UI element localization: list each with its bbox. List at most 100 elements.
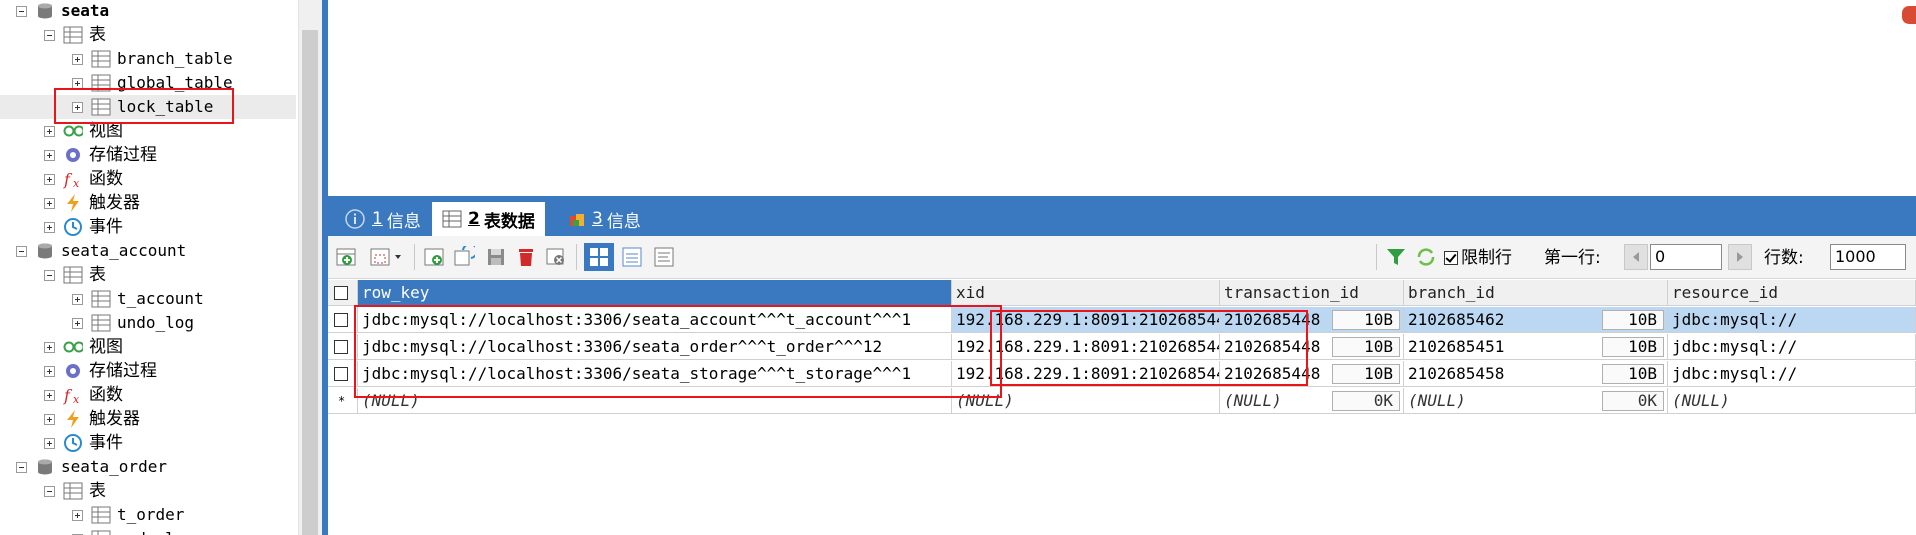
filter-icon[interactable] (1384, 245, 1408, 269)
blob-size-badge[interactable]: 10B (1602, 364, 1664, 384)
delete-icon[interactable] (514, 245, 538, 269)
blob-size-badge[interactable]: 10B (1602, 310, 1664, 330)
refresh-row-icon[interactable] (452, 245, 476, 269)
collapse-icon[interactable] (16, 5, 27, 17)
expand-icon[interactable] (72, 53, 83, 65)
tree-node-table[interactable]: undo_log (0, 311, 296, 335)
add-row-icon[interactable] (422, 245, 446, 269)
tree-node-database[interactable]: seata (0, 0, 296, 23)
cell-row-key[interactable]: jdbc:mysql://localhost:3306/seata_storag… (358, 361, 952, 387)
tree-node-database[interactable]: seata_account (0, 239, 296, 263)
column-header-row-key[interactable]: row_key (358, 280, 952, 306)
cell-transaction-id[interactable]: (NULL) 0K (1220, 388, 1404, 414)
cell-branch-id[interactable]: 2102685451 10B (1404, 334, 1668, 360)
tree-node-table[interactable]: lock_table (0, 95, 296, 119)
cell-branch-id[interactable]: 2102685458 10B (1404, 361, 1668, 387)
tree-node-procedures[interactable]: 存储过程 (0, 359, 296, 383)
insert-row-icon[interactable] (334, 245, 358, 269)
cell-resource-id[interactable]: (NULL) (1668, 388, 1916, 414)
tree-node-table[interactable]: t_order (0, 503, 296, 527)
blob-size-badge[interactable]: 10B (1332, 364, 1400, 384)
blob-size-badge[interactable]: 10B (1332, 310, 1400, 330)
expand-icon[interactable] (44, 389, 55, 401)
cell-row-key[interactable]: (NULL) (358, 388, 952, 414)
tree-node-table[interactable]: undo_log (0, 527, 296, 535)
expand-icon[interactable] (44, 125, 55, 137)
expand-icon[interactable] (44, 197, 55, 209)
row-checkbox[interactable] (334, 366, 348, 381)
tree-node-tables-folder[interactable]: 表 (0, 479, 296, 503)
limit-rows-checkbox[interactable] (1444, 251, 1458, 265)
tab-messages[interactable]: 3 信息 (558, 202, 651, 236)
expand-icon[interactable] (72, 293, 83, 305)
cell-transaction-id[interactable]: 2102685448 10B (1220, 334, 1404, 360)
tree-node-functions[interactable]: f x 函数 (0, 383, 296, 407)
grid-view-icon[interactable] (584, 243, 614, 271)
row-count-input[interactable]: 1000 (1830, 244, 1906, 270)
tree-node-triggers[interactable]: 触发器 (0, 191, 296, 215)
tree-node-database[interactable]: seata_order (0, 455, 296, 479)
new-row-marker[interactable]: * (328, 388, 358, 414)
expand-icon[interactable] (44, 365, 55, 377)
prev-page-button[interactable] (1624, 244, 1648, 270)
form-view-icon[interactable] (620, 245, 644, 269)
tree-node-views[interactable]: 视图 (0, 335, 296, 359)
tab-table-data[interactable]: 2 表数据 (432, 202, 545, 236)
row-checkbox[interactable] (334, 339, 348, 354)
tree-node-procedures[interactable]: 存储过程 (0, 143, 296, 167)
row-select-cell[interactable] (328, 334, 358, 360)
cell-resource-id[interactable]: jdbc:mysql:// (1668, 361, 1916, 387)
column-header-resource-id[interactable]: resource_id (1668, 280, 1916, 306)
tree-node-table[interactable]: global_table (0, 71, 296, 95)
tree-node-views[interactable]: 视图 (0, 119, 296, 143)
expand-icon[interactable] (44, 437, 55, 449)
expand-icon[interactable] (44, 341, 55, 353)
tree-node-table[interactable]: t_account (0, 287, 296, 311)
expand-icon[interactable] (72, 77, 83, 89)
blob-size-badge[interactable]: 0K (1332, 391, 1400, 411)
cell-xid[interactable]: 192.168.229.1:8091:2102685448 (952, 361, 1220, 387)
tree-node-functions[interactable]: f x 函数 (0, 167, 296, 191)
tree-node-table[interactable]: branch_table (0, 47, 296, 71)
collapse-icon[interactable] (16, 245, 27, 257)
row-select-cell[interactable] (328, 307, 358, 333)
cell-xid[interactable]: 192.168.229.1:8091:2102685448 (952, 334, 1220, 360)
collapse-icon[interactable] (44, 485, 55, 497)
cell-transaction-id[interactable]: 2102685448 10B (1220, 361, 1404, 387)
row-checkbox[interactable] (334, 312, 348, 327)
cell-xid[interactable]: 192.168.229.1:8091:2102685448 (952, 307, 1220, 333)
expand-icon[interactable] (44, 149, 55, 161)
tree-node-triggers[interactable]: 触发器 (0, 407, 296, 431)
first-row-input[interactable]: 0 (1650, 244, 1722, 270)
tree-node-events[interactable]: 事件 (0, 431, 296, 455)
limit-rows-toggle[interactable]: 限制行 (1444, 246, 1512, 270)
expand-icon[interactable] (44, 221, 55, 233)
cell-branch-id[interactable]: (NULL) 0K (1404, 388, 1668, 414)
column-header-branch-id[interactable]: branch_id (1404, 280, 1668, 306)
cell-xid[interactable]: (NULL) (952, 388, 1220, 414)
select-all-header[interactable] (328, 280, 358, 306)
cell-branch-id[interactable]: 2102685462 10B (1404, 307, 1668, 333)
blob-size-badge[interactable]: 0K (1602, 391, 1664, 411)
tree-node-events[interactable]: 事件 (0, 215, 296, 239)
tree-node-tables-folder[interactable]: 表 (0, 263, 296, 287)
collapse-icon[interactable] (16, 461, 27, 473)
tab-info[interactable]: 1 信息 (334, 202, 431, 236)
copy-row-dropdown-icon[interactable] (368, 245, 408, 269)
expand-icon[interactable] (72, 317, 83, 329)
text-view-icon[interactable] (652, 245, 676, 269)
next-page-button[interactable] (1728, 244, 1752, 270)
column-header-xid[interactable]: xid (952, 280, 1220, 306)
collapse-icon[interactable] (44, 29, 55, 41)
cell-transaction-id[interactable]: 2102685448 10B (1220, 307, 1404, 333)
tree-node-tables-folder[interactable]: 表 (0, 23, 296, 47)
tree-scrollbar-thumb[interactable] (302, 30, 318, 535)
blob-size-badge[interactable]: 10B (1332, 337, 1400, 357)
cell-row-key[interactable]: jdbc:mysql://localhost:3306/seata_accoun… (358, 307, 952, 333)
expand-icon[interactable] (44, 173, 55, 185)
expand-icon[interactable] (72, 509, 83, 521)
blob-size-badge[interactable]: 10B (1602, 337, 1664, 357)
select-all-checkbox[interactable] (334, 285, 348, 300)
collapse-icon[interactable] (44, 269, 55, 281)
expand-icon[interactable] (44, 413, 55, 425)
